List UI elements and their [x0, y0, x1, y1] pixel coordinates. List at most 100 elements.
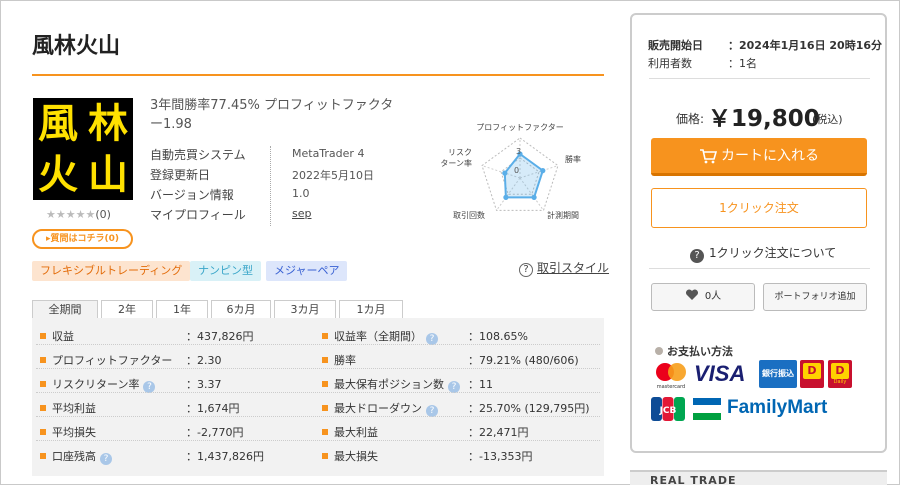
- stat-value-return-rate: ：108.65%: [468, 330, 528, 343]
- radar-point: [503, 194, 509, 200]
- one-click-about-link[interactable]: ? 1クリック注文について: [690, 244, 836, 263]
- portfolio-add-button[interactable]: ポートフォリオ追加: [763, 283, 867, 311]
- stat-label-max-positions: 最大保有ポジション数?: [322, 376, 460, 393]
- stat-value-max-positions: ：11: [468, 378, 493, 391]
- one-click-order-button[interactable]: 1クリック注文: [651, 188, 867, 228]
- radar-point: [502, 170, 508, 176]
- jcb-icon: JCB: [651, 397, 685, 421]
- stat-label-max-profit: 最大利益: [322, 424, 378, 440]
- tab-6-months[interactable]: 6カ月: [211, 300, 271, 319]
- sidebar-divider: [649, 268, 870, 269]
- product-headline: 3年間勝率77.45% プロフィットファクター1.98: [150, 98, 394, 132]
- heart-icon: [685, 289, 698, 300]
- real-trade-title: REAL TRADE: [650, 474, 737, 485]
- stat-label-revenue: 収益: [40, 328, 74, 344]
- page-title: 風林火山: [32, 34, 121, 59]
- spec-value-version: 1.0: [292, 187, 310, 200]
- users-label: 利用者数: [648, 57, 692, 70]
- tab-1-month[interactable]: 1カ月: [339, 300, 403, 319]
- stat-value-max-profit: ：22,471円: [468, 426, 529, 439]
- cart-icon: [700, 149, 717, 164]
- row-divider: [36, 416, 600, 417]
- radar-point: [531, 194, 537, 200]
- title-underline: [32, 74, 604, 76]
- radar-scale-label: 3: [516, 147, 521, 156]
- stat-label-avg-profit: 平均利益: [40, 400, 96, 416]
- logo-char: 林: [88, 100, 128, 147]
- radar-scale-label: 0: [514, 166, 519, 175]
- stat-label-risk-return: リスクリターン率?: [40, 376, 156, 393]
- stars-icon: ★★★★★: [46, 208, 96, 221]
- trade-style-link[interactable]: ? 取引スタイル: [519, 259, 609, 277]
- stat-label-balance: 口座残高?: [40, 448, 112, 465]
- logo-char: 山: [88, 151, 128, 198]
- stat-label-return-rate: 収益率（全期間）?: [322, 328, 438, 345]
- radar-chart: 3 0 プロフィットファクター 勝率 計測期間 取引回数 リスク ターン率: [440, 123, 581, 220]
- bank-transfer-icon: 銀行振込: [759, 360, 797, 388]
- price-value: ￥19,800: [708, 106, 820, 132]
- tab-2-years[interactable]: 2年: [101, 300, 153, 319]
- tab-3-months[interactable]: 3カ月: [274, 300, 336, 319]
- row-divider: [36, 344, 600, 345]
- spec-value-updated: 2022年5月10日: [292, 169, 374, 182]
- spec-label-system: 自動売買システム: [150, 148, 246, 162]
- release-date-value: ：2024年1月16日 20時16分: [728, 39, 883, 52]
- familymart-logo-icon: [693, 398, 721, 420]
- stat-value-max-loss: ：-13,353円: [468, 450, 533, 463]
- tab-all-period[interactable]: 全期間: [32, 300, 98, 319]
- radar-axis-label: プロフィットファクター: [476, 123, 564, 132]
- logo-char: 風: [38, 100, 78, 147]
- stat-value-profit-factor: ：2.30: [186, 354, 222, 367]
- help-circle-icon: ?: [519, 263, 533, 277]
- rating-count: (0): [95, 208, 111, 221]
- users-value: ：1名: [728, 57, 757, 70]
- stat-value-max-drawdown: ：25.70% (129,795円): [468, 402, 590, 415]
- radar-point: [540, 168, 546, 174]
- svg-text:JCB: JCB: [659, 406, 677, 416]
- radar-area: [503, 152, 544, 199]
- stat-label-win-rate: 勝率: [322, 352, 356, 368]
- sidebar-divider: [649, 78, 870, 79]
- payment-methods-title: お支払い方法: [655, 343, 733, 359]
- spec-value-system: MetaTrader 4: [292, 147, 365, 160]
- spec-label-profile: マイプロフィール: [150, 208, 246, 222]
- question-button[interactable]: ▸質問はコチラ(0): [32, 229, 133, 249]
- stat-label-avg-loss: 平均損失: [40, 424, 96, 440]
- help-icon: ?: [690, 249, 704, 263]
- add-to-cart-button[interactable]: カートに入れる: [651, 138, 867, 176]
- logo-char: 火: [38, 151, 78, 198]
- product-logo: 風 林 火 山: [33, 98, 133, 200]
- tax-label: (税込): [812, 113, 843, 126]
- stat-label-max-drawdown: 最大ドローダウン?: [322, 400, 438, 417]
- stat-value-avg-profit: ：1,674円: [186, 402, 240, 415]
- radar-axis-label: 勝率: [565, 154, 581, 164]
- mastercard-icon: mastercard: [656, 363, 686, 390]
- stat-value-balance: ：1,437,826円: [186, 450, 264, 463]
- star-rating: ★★★★★(0): [46, 208, 111, 221]
- radar-axis-label: リスク: [448, 148, 472, 157]
- tab-1-year[interactable]: 1年: [156, 300, 208, 319]
- spec-label-updated: 登録更新日: [150, 168, 211, 182]
- row-divider: [36, 392, 600, 393]
- docomo-payment-icon: D: [800, 360, 824, 388]
- stat-value-risk-return: ：3.37: [186, 378, 222, 391]
- bullet-icon: [655, 347, 663, 355]
- tag-major-pair[interactable]: メジャーペア: [266, 261, 348, 281]
- spec-label-version: バージョン情報: [150, 188, 234, 202]
- profile-link[interactable]: sep: [292, 207, 311, 220]
- stat-value-avg-loss: ：-2,770円: [186, 426, 244, 439]
- radar-axis-label: 取引回数: [453, 210, 485, 220]
- familymart-icon: FamilyMart: [727, 397, 828, 418]
- spec-divider: [270, 146, 271, 226]
- tag-flexible-trading[interactable]: フレキシブルトレーディング: [32, 261, 191, 281]
- stat-label-max-loss: 最大損失: [322, 448, 378, 464]
- stat-value-win-rate: ：79.21% (480/606): [468, 354, 579, 367]
- radar-axis-label: ターン率: [440, 158, 472, 168]
- svg-text:mastercard: mastercard: [657, 384, 685, 390]
- price-label: 価格:: [676, 112, 705, 126]
- release-date-label: 販売開始日: [648, 39, 703, 52]
- tag-nanpin[interactable]: ナンピン型: [190, 261, 261, 281]
- favorite-button[interactable]: 0人: [651, 283, 755, 311]
- radar-axis-label: 計測期間: [547, 210, 579, 220]
- help-icon[interactable]: ?: [100, 453, 112, 465]
